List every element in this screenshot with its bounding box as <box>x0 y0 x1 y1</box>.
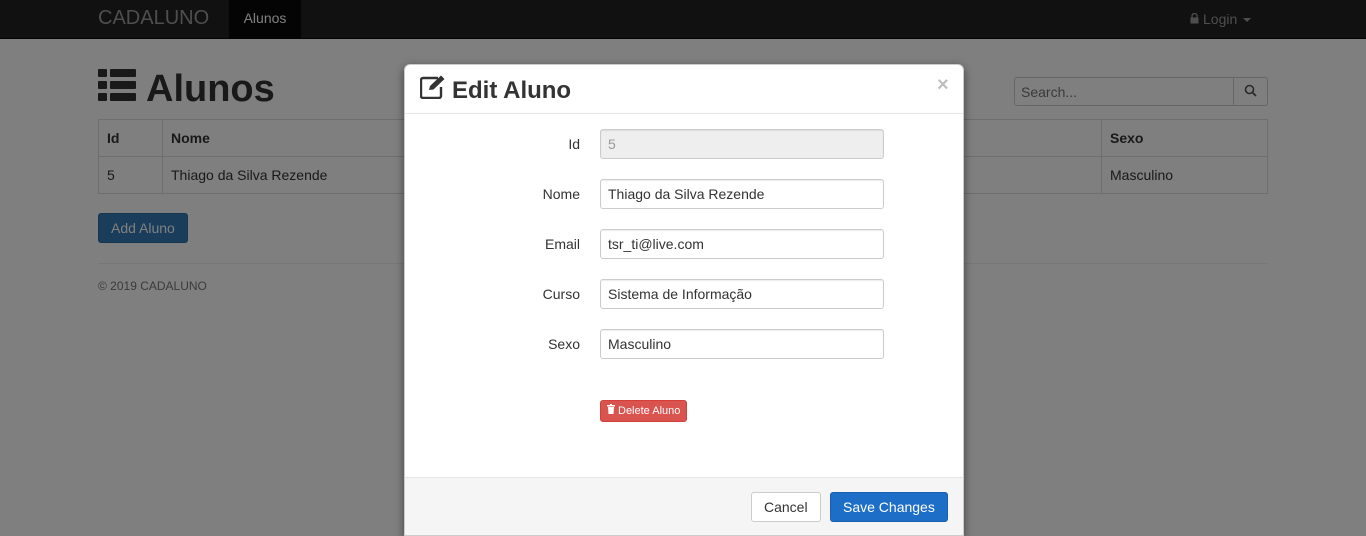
edit-icon <box>419 75 446 106</box>
cancel-button[interactable]: Cancel <box>751 492 821 522</box>
form-row-email: Email <box>405 229 963 259</box>
modal-header: Edit Aluno × <box>405 65 963 114</box>
nome-field[interactable] <box>600 179 884 209</box>
form-row-id: Id <box>405 129 963 159</box>
form-row-curso: Curso <box>405 279 963 309</box>
delete-label: Delete Aluno <box>618 405 681 417</box>
modal-title-text: Edit Aluno <box>452 76 572 104</box>
delete-aluno-button[interactable]: Delete Aluno <box>600 400 688 422</box>
sexo-label: Sexo <box>548 336 580 352</box>
form-row-sexo: Sexo <box>405 329 963 359</box>
id-label: Id <box>568 136 580 152</box>
close-icon[interactable]: × <box>937 75 949 95</box>
email-label: Email <box>544 236 580 252</box>
sexo-field[interactable] <box>600 329 884 359</box>
modal-title: Edit Aluno <box>419 75 572 106</box>
edit-aluno-modal: Edit Aluno × Id Nome Email Curso Sexo De… <box>404 64 964 536</box>
nome-label: Nome <box>542 186 580 202</box>
email-field[interactable] <box>600 229 884 259</box>
curso-label: Curso <box>542 286 580 302</box>
id-field[interactable] <box>600 129 884 159</box>
trash-icon <box>607 401 615 421</box>
save-changes-button[interactable]: Save Changes <box>830 492 948 522</box>
curso-field[interactable] <box>600 279 884 309</box>
form-row-nome: Nome <box>405 179 963 209</box>
modal-footer: Cancel Save Changes <box>405 477 963 535</box>
